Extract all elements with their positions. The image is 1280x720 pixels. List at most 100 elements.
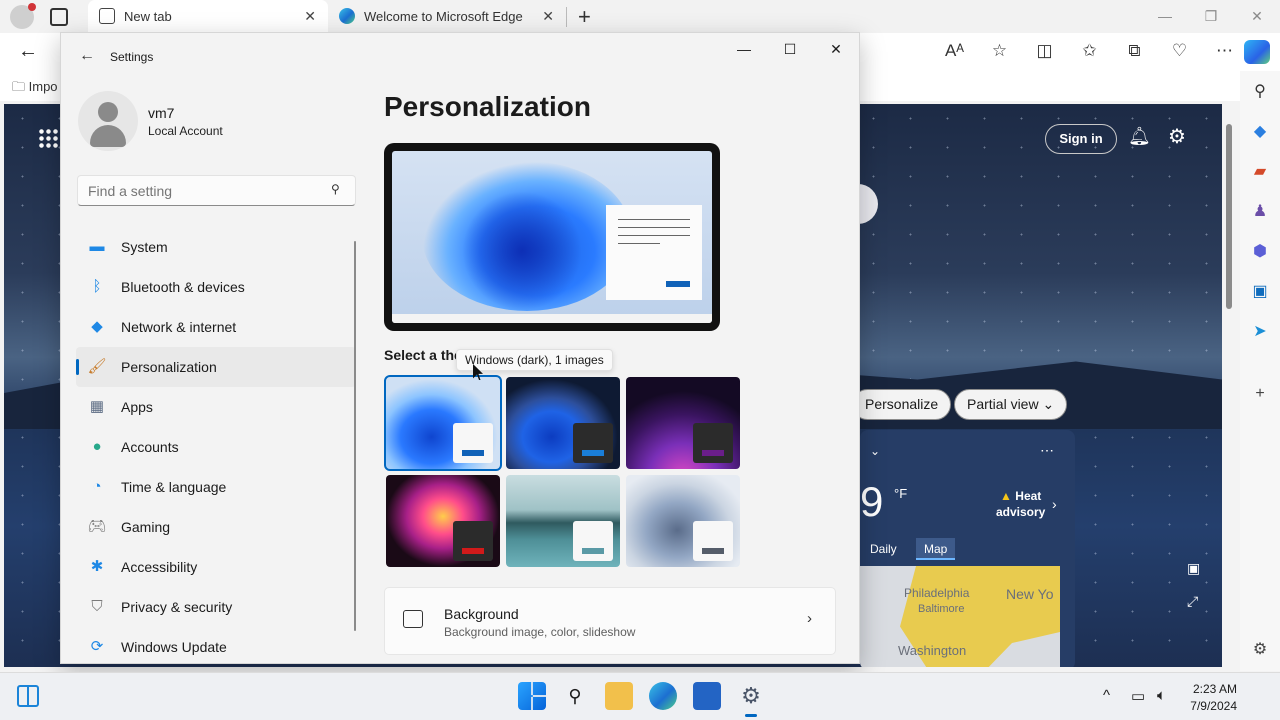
theme-window-swatch xyxy=(573,423,613,463)
tab-actions-icon[interactable] xyxy=(50,8,68,26)
theme-windows-light[interactable] xyxy=(384,375,502,471)
signin-button[interactable]: Sign in xyxy=(1045,124,1117,154)
nav-item-privacy[interactable]: ⛉ Privacy & security xyxy=(76,587,356,627)
tab-map[interactable]: Map xyxy=(916,538,956,560)
nav-scrollbar[interactable] xyxy=(354,241,356,631)
globe-clock-icon: ◔ xyxy=(92,478,102,495)
nav-item-time-language[interactable]: ◔ Time & language xyxy=(76,467,356,507)
nav-item-bluetooth[interactable]: ᛒ Bluetooth & devices xyxy=(76,267,356,307)
store-icon[interactable] xyxy=(693,682,721,710)
page-scrollbar[interactable] xyxy=(1222,104,1236,667)
expand-icon[interactable]: ⤢ xyxy=(1187,593,1198,610)
date: 7/9/2024 xyxy=(1190,699,1237,713)
file-explorer-icon[interactable] xyxy=(605,682,633,710)
warning-icon: ▲ xyxy=(1000,489,1012,503)
chevron-right-icon: › xyxy=(807,610,812,627)
edge-sidebar: ⚲ ◆ ▰ ♟ ⬢ ▣ ➤ + ⚙ xyxy=(1240,71,1280,671)
close-button[interactable]: ✕ xyxy=(813,33,859,65)
theme-glow[interactable] xyxy=(626,377,740,469)
toolbar-icons: Aᴬ ☆ ◫ ✩ ⧉ ♡ ⋯ xyxy=(932,41,1247,61)
search-input[interactable] xyxy=(77,175,356,206)
nav-item-system[interactable]: ▬ System xyxy=(76,227,356,267)
widgets-icon[interactable] xyxy=(17,685,39,707)
microsoft365-icon[interactable]: ⬢ xyxy=(1249,241,1271,263)
start-button[interactable] xyxy=(518,682,546,710)
theme-window-swatch xyxy=(573,521,613,561)
tab-welcome-edge[interactable]: Welcome to Microsoft Edge ✕ xyxy=(328,0,566,33)
theme-window-swatch xyxy=(453,521,493,561)
close-tab-icon[interactable]: ✕ xyxy=(304,8,316,25)
network-icon[interactable]: ▭ xyxy=(1131,687,1145,705)
partial-view-dropdown[interactable]: Partial view ⌄ xyxy=(954,389,1068,420)
back-arrow-icon[interactable]: ← xyxy=(18,40,38,63)
tab-daily[interactable]: Daily xyxy=(862,538,905,560)
profile-avatar[interactable] xyxy=(10,3,36,29)
taskbar: ⚲ ⚙ ^ ▭ 🔈︎ 2:23 AM 7/9/2024 xyxy=(0,672,1280,720)
favorites-icon[interactable]: ✩ xyxy=(1067,41,1112,61)
browser-essentials-icon[interactable]: ♡ xyxy=(1157,41,1202,61)
page-title: Personalization xyxy=(384,91,591,122)
clock[interactable]: 2:23 AM 7/9/2024 xyxy=(1183,681,1237,715)
nav-item-accounts[interactable]: ● Accounts xyxy=(76,427,356,467)
background-setting[interactable]: Background Background image, color, slid… xyxy=(384,587,836,655)
settings-app-icon[interactable]: ⚙ xyxy=(737,682,765,717)
weather-map[interactable]: Philadelphia Baltimore New Yo Washington xyxy=(860,566,1060,667)
collections-icon[interactable]: ⧉ xyxy=(1112,41,1157,61)
close-tab-icon[interactable]: ✕ xyxy=(542,8,554,25)
minimize-button[interactable]: — xyxy=(1142,0,1188,33)
close-button[interactable]: ✕ xyxy=(1234,0,1280,33)
nav-item-accessibility[interactable]: ✱ Accessibility xyxy=(76,547,356,587)
more-icon[interactable]: ⋯ xyxy=(1202,41,1247,61)
image-info-icon[interactable]: ▣ xyxy=(1187,560,1200,577)
more-icon[interactable]: ⋯ xyxy=(1040,442,1054,459)
minimize-button[interactable]: — xyxy=(721,33,767,65)
read-aloud-icon[interactable]: Aᴬ xyxy=(932,41,977,61)
add-sidebar-icon[interactable]: + xyxy=(1249,385,1271,407)
games-icon[interactable]: ♟ xyxy=(1249,201,1271,223)
copilot-icon[interactable] xyxy=(1244,40,1270,64)
chevron-down-icon[interactable]: ⌄ xyxy=(870,444,880,458)
tab-new-tab[interactable]: New tab ✕ xyxy=(88,0,328,33)
restore-button[interactable]: ❐ xyxy=(1188,0,1234,33)
personalize-button[interactable]: Personalize xyxy=(852,389,952,420)
nav-item-label: Network & internet xyxy=(121,319,237,335)
theme-captured-motion[interactable] xyxy=(386,475,500,567)
theme-sunrise[interactable] xyxy=(506,475,620,567)
shopping-tag-icon[interactable]: ◆ xyxy=(1249,121,1271,143)
chevron-down-icon: ⌄ xyxy=(1042,396,1055,412)
theme-windows-dark[interactable] xyxy=(506,377,620,469)
edge-icon[interactable] xyxy=(649,682,677,710)
search-icon[interactable]: ⚲ xyxy=(331,182,340,196)
maximize-button[interactable]: ☐ xyxy=(767,33,813,65)
nav-item-gaming[interactable]: 🎮︎ Gaming xyxy=(76,507,356,547)
page-settings-icon[interactable]: ⚙ xyxy=(1168,124,1186,149)
split-screen-icon[interactable]: ◫ xyxy=(1022,41,1067,61)
favorites-folder[interactable]: 🗀 Impo xyxy=(12,78,58,100)
scrollbar-thumb[interactable] xyxy=(1226,124,1232,309)
sidebar-settings-icon[interactable]: ⚙ xyxy=(1249,639,1271,661)
preview-taskbar xyxy=(392,314,712,323)
weather-card[interactable]: ⌄ ⋯ 9 °F ▲ Heat advisory › Daily Map Phi… xyxy=(860,430,1075,667)
nav-item-personalization[interactable]: 🖌︎ Personalization xyxy=(76,347,356,387)
user-avatar[interactable] xyxy=(78,91,138,151)
nav-item-network[interactable]: ◆ Network & internet xyxy=(76,307,356,347)
back-arrow-icon[interactable]: ← xyxy=(79,47,95,65)
apps-launcher-icon[interactable] xyxy=(38,128,58,148)
settings-window: ← Settings — ☐ ✕ vm7 Local Account ⚲ ▬ S… xyxy=(60,32,860,664)
nav-item-label: Windows Update xyxy=(121,639,227,655)
new-tab-button[interactable]: + xyxy=(578,4,591,30)
drop-icon[interactable]: ➤ xyxy=(1249,321,1271,343)
theme-window-swatch xyxy=(693,423,733,463)
bell-icon[interactable]: 🔔︎ xyxy=(1128,126,1151,147)
search-icon[interactable]: ⚲ xyxy=(1249,81,1271,103)
search-icon[interactable]: ⚲ xyxy=(561,682,589,710)
theme-flow[interactable] xyxy=(626,475,740,567)
nav-item-windows-update[interactable]: ⟳ Windows Update xyxy=(76,627,356,663)
star-icon[interactable]: ☆ xyxy=(977,41,1022,61)
volume-icon[interactable]: 🔈︎ xyxy=(1157,687,1166,704)
chevron-up-icon[interactable]: ^ xyxy=(1103,687,1110,704)
heat-advisory[interactable]: ▲ Heat advisory xyxy=(996,488,1045,520)
nav-item-apps[interactable]: ▦ Apps xyxy=(76,387,356,427)
tools-icon[interactable]: ▰ xyxy=(1249,161,1271,183)
outlook-icon[interactable]: ▣ xyxy=(1249,281,1271,303)
